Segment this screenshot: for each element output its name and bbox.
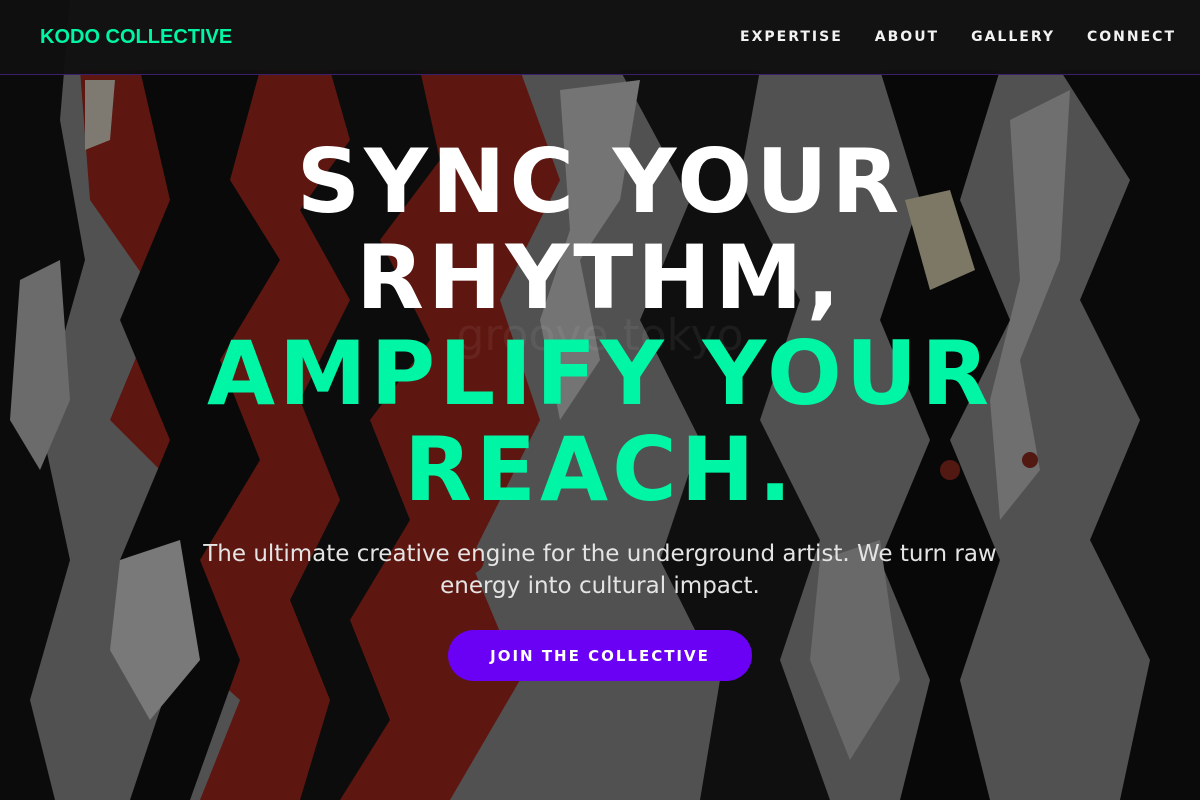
headline-line-4: REACH. [404, 418, 796, 521]
join-collective-button[interactable]: JOIN THE COLLECTIVE [448, 630, 752, 681]
headline-line-3: AMPLIFY YOUR [206, 322, 994, 425]
headline-line-2: RHYTHM, [356, 226, 844, 329]
nav-link-expertise[interactable]: EXPERTISE [740, 29, 843, 45]
page: groove tokyo KODO COLLECTIVE EXPERTISE A… [0, 0, 1200, 800]
headline-line-1: SYNC YOUR [296, 130, 904, 233]
site-header: KODO COLLECTIVE EXPERTISE ABOUT GALLERY … [0, 0, 1200, 75]
hero-subtext: The ultimate creative engine for the und… [203, 541, 997, 599]
hero-headline: SYNC YOUR RHYTHM, AMPLIFY YOUR REACH. [0, 134, 1200, 518]
nav-link-about[interactable]: ABOUT [875, 29, 939, 45]
hero-section: SYNC YOUR RHYTHM, AMPLIFY YOUR REACH. Th… [0, 76, 1200, 800]
main-nav: EXPERTISE ABOUT GALLERY CONNECT [740, 29, 1176, 45]
nav-link-gallery[interactable]: GALLERY [971, 29, 1055, 45]
nav-link-connect[interactable]: CONNECT [1087, 29, 1176, 45]
brand-logo-link[interactable]: KODO COLLECTIVE [40, 26, 232, 49]
